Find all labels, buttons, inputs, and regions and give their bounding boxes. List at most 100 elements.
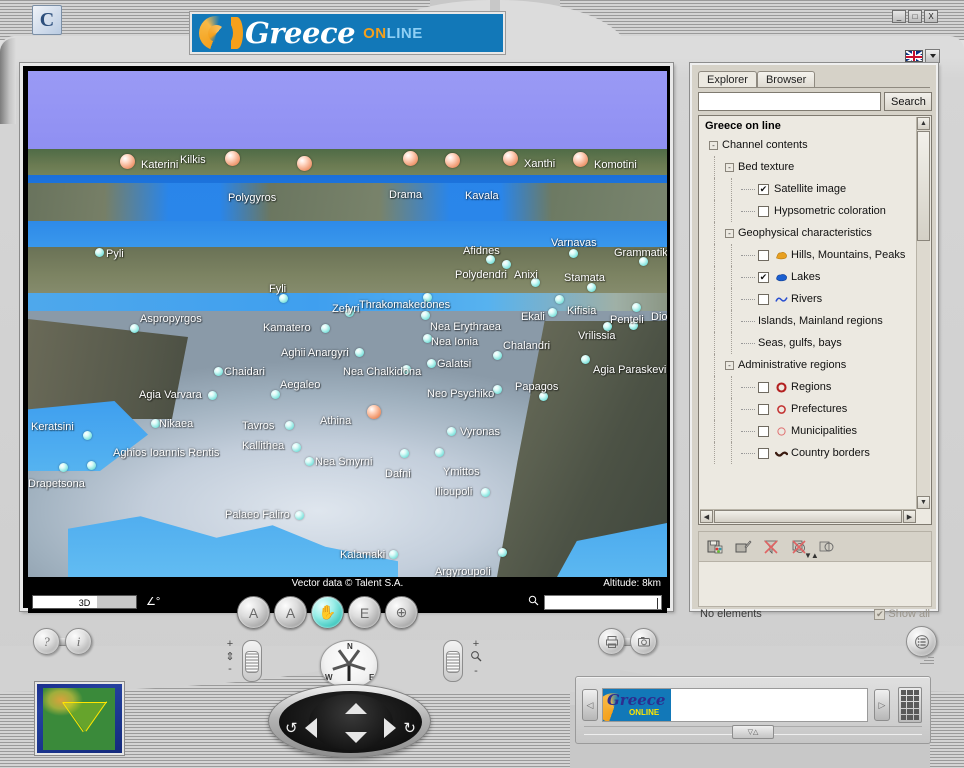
compass-dial[interactable]: N E W bbox=[320, 640, 378, 688]
tree-node[interactable]: - Administrative regions bbox=[701, 354, 915, 376]
city-marker[interactable] bbox=[531, 278, 540, 287]
close-button[interactable]: X bbox=[924, 10, 938, 23]
tool-globe[interactable]: ⊕ bbox=[385, 596, 418, 629]
dpad-right-button[interactable] bbox=[384, 718, 396, 738]
navigation-dpad[interactable]: ↺ ↻ bbox=[268, 684, 431, 758]
dpad-inner-ring[interactable]: ↺ ↻ bbox=[279, 691, 422, 753]
chevron-down-icon[interactable] bbox=[925, 49, 940, 63]
uk-flag-icon[interactable] bbox=[905, 50, 923, 62]
city-marker[interactable] bbox=[421, 311, 430, 320]
app-icon[interactable]: C bbox=[32, 5, 62, 35]
tree-node-checkbox[interactable]: ✔ bbox=[758, 271, 769, 283]
city-marker[interactable] bbox=[573, 152, 588, 167]
show-all-toggle[interactable]: ✔ Show all bbox=[874, 608, 930, 620]
elements-list[interactable] bbox=[698, 561, 932, 607]
tree-node[interactable]: Hypsometric coloration bbox=[701, 200, 915, 222]
tool-text[interactable]: E bbox=[348, 596, 381, 629]
dpad-up-button[interactable] bbox=[345, 703, 367, 714]
overview-map-thumbnail[interactable] bbox=[35, 682, 124, 755]
city-marker[interactable] bbox=[581, 355, 590, 364]
tree-node[interactable]: Country borders bbox=[701, 442, 915, 464]
tree-node[interactable]: Hills, Mountains, Peaks bbox=[701, 244, 915, 266]
tree-node-checkbox[interactable] bbox=[758, 293, 769, 305]
tree-node[interactable]: - Channel contents bbox=[701, 134, 915, 156]
view-mode-field[interactable]: 3D bbox=[32, 595, 137, 609]
search-input[interactable] bbox=[698, 92, 881, 111]
city-marker[interactable] bbox=[629, 321, 638, 330]
city-marker[interactable] bbox=[271, 390, 280, 399]
city-marker[interactable] bbox=[423, 334, 432, 343]
tree-vertical-scrollbar[interactable]: ▲ ▼ bbox=[916, 117, 930, 509]
map-3d-view[interactable]: Katerini Kilkis Polygyros Drama Kavala Xanthi… bbox=[28, 71, 667, 577]
clear-filter-icon[interactable] bbox=[762, 538, 780, 556]
tree-node[interactable]: Municipalities bbox=[701, 420, 915, 442]
tree-node-checkbox[interactable] bbox=[758, 425, 769, 437]
city-marker[interactable] bbox=[355, 348, 364, 357]
tree-node[interactable]: - Geophysical characteristics bbox=[701, 222, 915, 244]
city-marker[interactable] bbox=[498, 548, 507, 557]
city-marker[interactable] bbox=[208, 391, 217, 400]
tree-node-checkbox[interactable] bbox=[758, 205, 769, 217]
sort-updown-icon[interactable]: ▼▲ bbox=[804, 551, 819, 560]
tilt-slider-track[interactable] bbox=[242, 640, 262, 682]
city-marker[interactable] bbox=[632, 303, 641, 312]
tree-expander[interactable]: - bbox=[725, 228, 734, 238]
city-marker[interactable] bbox=[87, 461, 96, 470]
search-button[interactable]: Search bbox=[884, 92, 932, 111]
city-marker[interactable] bbox=[295, 511, 304, 520]
zoom-slider-track[interactable] bbox=[443, 640, 463, 682]
zoom-slider-knob[interactable] bbox=[446, 651, 460, 673]
city-marker[interactable] bbox=[402, 365, 411, 374]
tool-pan-hand[interactable]: ✋ bbox=[311, 596, 344, 629]
city-marker[interactable] bbox=[214, 367, 223, 376]
city-marker[interactable] bbox=[445, 153, 460, 168]
bookmark-item[interactable]: Greece ONLINE bbox=[603, 689, 671, 721]
city-marker[interactable] bbox=[321, 324, 330, 333]
city-marker[interactable] bbox=[481, 488, 490, 497]
scroll-thumb-horizontal[interactable] bbox=[714, 510, 902, 523]
tree-node-checkbox[interactable] bbox=[758, 403, 769, 415]
tree-node[interactable]: ✔ Lakes bbox=[701, 266, 915, 288]
city-marker[interactable] bbox=[639, 257, 648, 266]
maximize-button[interactable]: □ bbox=[908, 10, 922, 23]
city-marker[interactable] bbox=[548, 308, 557, 317]
city-marker[interactable] bbox=[279, 294, 288, 303]
city-marker[interactable] bbox=[292, 443, 301, 452]
rotate-left-button[interactable]: ↺ bbox=[285, 719, 298, 737]
city-marker[interactable] bbox=[486, 255, 495, 264]
city-marker[interactable] bbox=[83, 431, 92, 440]
city-marker[interactable] bbox=[423, 293, 432, 302]
tree-node-checkbox[interactable] bbox=[758, 447, 769, 459]
show-all-checkbox[interactable]: ✔ bbox=[874, 608, 886, 620]
rotate-right-button[interactable]: ↻ bbox=[403, 719, 416, 737]
layer-tree[interactable]: Greece on line - Channel contents - Bed tex… bbox=[698, 115, 932, 525]
bookmark-grid-view-button[interactable] bbox=[898, 687, 922, 723]
city-marker[interactable] bbox=[503, 151, 518, 166]
tree-node[interactable]: Regions bbox=[701, 376, 915, 398]
city-marker[interactable] bbox=[151, 419, 160, 428]
city-marker[interactable] bbox=[403, 151, 418, 166]
city-marker[interactable] bbox=[569, 249, 578, 258]
save-layer-icon[interactable] bbox=[706, 538, 724, 556]
scroll-down-button[interactable]: ▼ bbox=[917, 496, 930, 509]
language-selector[interactable] bbox=[905, 49, 940, 63]
resize-grip[interactable] bbox=[918, 650, 934, 666]
city-marker[interactable] bbox=[493, 385, 502, 394]
snapshot-button[interactable] bbox=[630, 628, 657, 655]
print-button[interactable] bbox=[598, 628, 625, 655]
city-marker[interactable] bbox=[389, 550, 398, 559]
city-marker[interactable] bbox=[447, 427, 456, 436]
city-marker[interactable] bbox=[285, 421, 294, 430]
city-marker[interactable] bbox=[59, 463, 68, 472]
tree-node[interactable]: Prefectures bbox=[701, 398, 915, 420]
tool-arrow[interactable]: A bbox=[274, 596, 307, 629]
help-button[interactable]: ? bbox=[33, 628, 60, 655]
tree-node-checkbox[interactable] bbox=[758, 381, 769, 393]
city-marker[interactable] bbox=[435, 448, 444, 457]
angle-icon[interactable]: ∠° bbox=[146, 595, 160, 608]
city-marker[interactable] bbox=[95, 248, 104, 257]
scroll-right-button[interactable]: ▶ bbox=[903, 510, 916, 523]
bookmark-next-button[interactable]: ▷ bbox=[874, 689, 890, 721]
city-marker[interactable] bbox=[555, 295, 564, 304]
info-button[interactable]: i bbox=[65, 628, 92, 655]
